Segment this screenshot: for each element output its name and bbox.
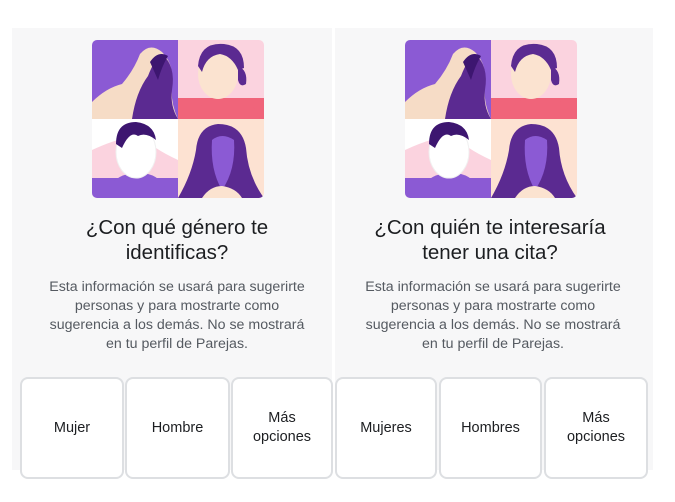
- description-line: Esta información se usará para sugerirte: [49, 279, 305, 295]
- option-mujer-button[interactable]: Mujer: [20, 377, 124, 479]
- interest-question-title: ¿Con quién te interesaría tener una cita…: [345, 215, 635, 265]
- title-line: ¿Con quién te interesaría: [374, 216, 606, 239]
- description-line: sugerencia a los demás. No se mostrará: [49, 317, 305, 333]
- description-line: personas y para mostrarte como: [74, 298, 280, 314]
- option-mujeres-button[interactable]: Mujeres: [335, 377, 437, 479]
- description-line: sugerencia a los demás. No se mostrará: [365, 317, 621, 333]
- title-line: tener una cita?: [422, 241, 558, 264]
- gender-description: Esta información se usará para sugerirte…: [22, 278, 332, 354]
- interest-description: Esta información se usará para sugerirte…: [338, 278, 648, 354]
- people-collage-icon: [405, 40, 577, 198]
- people-collage-icon: [92, 40, 264, 198]
- option-label: Más: [268, 410, 296, 426]
- gender-question-title: ¿Con qué género te identificas?: [32, 215, 322, 265]
- option-label: opciones: [566, 429, 626, 445]
- option-label: Hombres: [461, 419, 520, 436]
- option-label: opciones: [252, 429, 312, 445]
- description-line: en tu perfil de Parejas.: [422, 336, 564, 352]
- option-more-options-button[interactable]: Más opciones: [231, 377, 333, 479]
- title-line: identificas?: [125, 241, 229, 264]
- title-line: ¿Con qué género te: [85, 216, 269, 239]
- description-line: en tu perfil de Parejas.: [106, 336, 248, 352]
- option-more-options-button[interactable]: Más opciones: [544, 377, 648, 479]
- option-label: Mujer: [53, 419, 91, 436]
- option-label: Mujeres: [360, 419, 412, 436]
- option-hombres-button[interactable]: Hombres: [439, 377, 542, 479]
- option-hombre-button[interactable]: Hombre: [125, 377, 230, 479]
- option-label: Hombre: [151, 419, 204, 436]
- option-label: Más: [582, 410, 610, 426]
- description-line: Esta información se usará para sugerirte: [365, 279, 621, 295]
- description-line: personas y para mostrarte como: [390, 298, 596, 314]
